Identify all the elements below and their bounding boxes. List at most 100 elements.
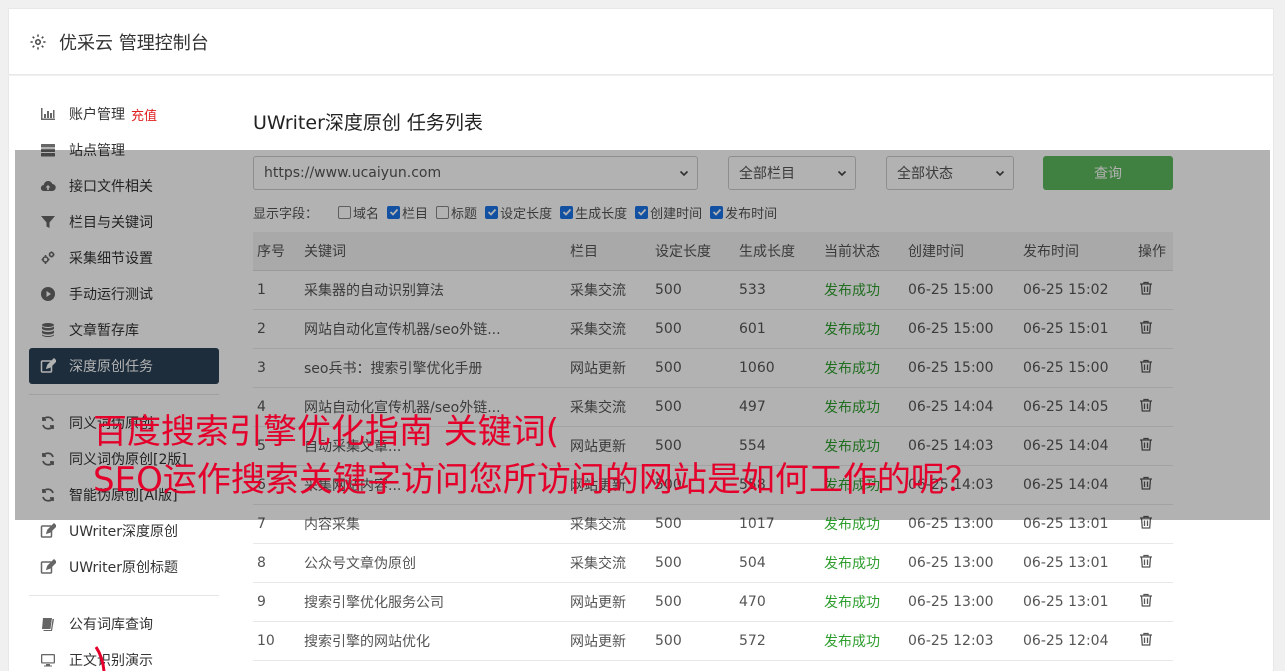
checkbox-checked[interactable] [710, 205, 724, 219]
field-checkbox-label: 设定长度 [500, 206, 553, 222]
sidebar-item-columns[interactable]: 栏目与关键词 [29, 204, 219, 240]
table-cell: 9 [253, 582, 300, 622]
book-icon [39, 615, 57, 633]
table-cell: 采集交流 [566, 309, 651, 349]
headline-line-2: SEO运作搜索关键字访问您所访问的网站是如何工作的呢？ [93, 460, 979, 500]
sidebar-item-label: 手动运行测试 [69, 287, 153, 303]
table-cell: 06-25 15:00 [904, 270, 1019, 310]
table-cell: 500 [651, 309, 735, 349]
table-cell: 06-25 13:01 [1019, 504, 1134, 544]
table-row: 2 网站自动化宣传机器/seo外链... 采集交流 500 601 发布成功 06-25 1… [253, 309, 1173, 349]
delete-button[interactable] [1134, 309, 1173, 349]
trash-icon[interactable] [1138, 359, 1154, 378]
delete-button[interactable] [1134, 348, 1173, 388]
play-circle-icon [39, 285, 57, 303]
delete-button[interactable] [1134, 270, 1173, 310]
field-checkbox-domain[interactable]: 域名 [338, 203, 379, 222]
table-cell: 发布成功 [820, 309, 904, 349]
column-header: 生成长度 [735, 232, 820, 271]
edit-icon [39, 558, 57, 576]
query-button[interactable]: 查询 [1043, 156, 1173, 190]
sidebar-item-label: 接口文件相关 [69, 179, 153, 195]
table-cell: 533 [735, 270, 820, 310]
table-cell: 发布成功 [820, 582, 904, 622]
edit-icon [39, 357, 57, 375]
trash-icon[interactable] [1138, 515, 1154, 534]
delete-button[interactable] [1134, 504, 1173, 544]
table-cell: 572 [735, 621, 820, 661]
table-cell: 06-25 15:00 [904, 348, 1019, 388]
field-checkbox-label: 发布时间 [725, 206, 778, 222]
table-cell: 采集交流 [566, 504, 651, 544]
table-cell: 06-25 13:00 [904, 504, 1019, 544]
sidebar-item-label: 栏目与关键词 [69, 215, 153, 231]
sidebar-item-uwriter-title[interactable]: UWriter原创标题 [29, 549, 219, 585]
field-checkbox-published[interactable]: 发布时间 [710, 203, 777, 222]
field-checkbox-label: 域名 [353, 206, 380, 222]
trash-icon[interactable] [1138, 320, 1154, 339]
refresh-icon [39, 486, 57, 504]
checkbox-checked[interactable] [387, 205, 401, 219]
sidebar-item-account[interactable]: 账户管理 充值 [29, 96, 219, 132]
checkbox-checked[interactable] [560, 205, 574, 219]
filter-icon [39, 213, 57, 231]
table-cell: 504 [735, 543, 820, 583]
field-checkbox-gen-length[interactable]: 生成长度 [560, 203, 627, 222]
trash-icon[interactable] [1138, 281, 1154, 300]
sidebar-item-interface[interactable]: 接口文件相关 [29, 168, 219, 204]
sidebar-item-uwriter-deep[interactable]: UWriter深度原创 [29, 513, 219, 549]
field-checkbox-created[interactable]: 创建时间 [635, 203, 702, 222]
table-row: 9 搜索引擎优化服务公司 网站更新 500 470 发布成功 06-25 13:00 06-2… [253, 582, 1173, 622]
table-cell: 500 [651, 582, 735, 622]
field-checkbox-title[interactable]: 标题 [436, 203, 477, 222]
table-cell: 内容采集 [300, 504, 566, 544]
column-header: 设定长度 [651, 232, 735, 271]
trash-icon[interactable] [1138, 593, 1154, 612]
sidebar-item-label: 公有词库查询 [69, 617, 153, 633]
field-checkbox-set-length[interactable]: 设定长度 [485, 203, 552, 222]
sidebar-item-text-recognition[interactable]: 正文识别演示 [29, 642, 219, 671]
table-cell: 500 [651, 621, 735, 661]
site-select[interactable]: https://www.ucaiyun.com [253, 156, 698, 190]
trash-icon[interactable] [1138, 632, 1154, 651]
table-cell: 500 [651, 348, 735, 388]
sidebar-item-sites[interactable]: 站点管理 [29, 132, 219, 168]
table-cell: 3 [253, 348, 300, 388]
sidebar-item-public-lexicon[interactable]: 公有词库查询 [29, 606, 219, 642]
sidebar-item-article-store[interactable]: 文章暂存库 [29, 312, 219, 348]
sidebar-divider [29, 595, 219, 596]
field-checkbox-label: 标题 [451, 206, 478, 222]
table-cell: 发布成功 [820, 543, 904, 583]
table-cell: 06-25 13:01 [1019, 543, 1134, 583]
table-cell: 470 [735, 582, 820, 622]
delete-button[interactable] [1134, 621, 1173, 661]
edit-icon [39, 522, 57, 540]
sidebar-item-label: 账户管理 [69, 107, 125, 123]
table-row: 3 seo兵书：搜索引擎优化手册 网站更新 500 1060 发布成功 06-25 15:0… [253, 348, 1173, 388]
trash-icon[interactable] [1138, 554, 1154, 573]
sidebar-item-label: UWriter原创标题 [69, 560, 178, 576]
checkbox-checked[interactable] [635, 205, 649, 219]
table-cell: 06-25 13:00 [904, 582, 1019, 622]
field-checkbox-column[interactable]: 栏目 [387, 203, 428, 222]
checkbox[interactable] [338, 205, 352, 219]
column-select[interactable]: 全部栏目 [728, 156, 856, 190]
table-cell: 采集交流 [566, 543, 651, 583]
recharge-link[interactable]: 充值 [131, 105, 157, 124]
checkbox-checked[interactable] [485, 205, 499, 219]
sidebar-item-manual-test[interactable]: 手动运行测试 [29, 276, 219, 312]
delete-button[interactable] [1134, 543, 1173, 583]
checkbox[interactable] [436, 205, 450, 219]
column-header: 创建时间 [904, 232, 1019, 271]
delete-button[interactable] [1134, 582, 1173, 622]
sidebar-item-label: 文章暂存库 [69, 323, 139, 339]
main-panel: 账户管理 充值 站点管理 接口文件相关 栏目与关键词 采集细节设置 手动运行测试… [8, 76, 1274, 671]
sidebar-item-deep-original[interactable]: 深度原创任务 [29, 348, 219, 384]
sidebar-item-collect-settings[interactable]: 采集细节设置 [29, 240, 219, 276]
table-cell: 发布成功 [820, 270, 904, 310]
overlay-headline: 百度搜索引擎优化指南 关键词( SEO运作搜索关键字访问您所访问的网站是如何工作… [93, 408, 1243, 504]
table-cell: 搜索引擎优化服务公司 [300, 582, 566, 622]
table-cell: 500 [651, 270, 735, 310]
table-cell: 采集交流 [566, 270, 651, 310]
status-select[interactable]: 全部状态 [886, 156, 1014, 190]
